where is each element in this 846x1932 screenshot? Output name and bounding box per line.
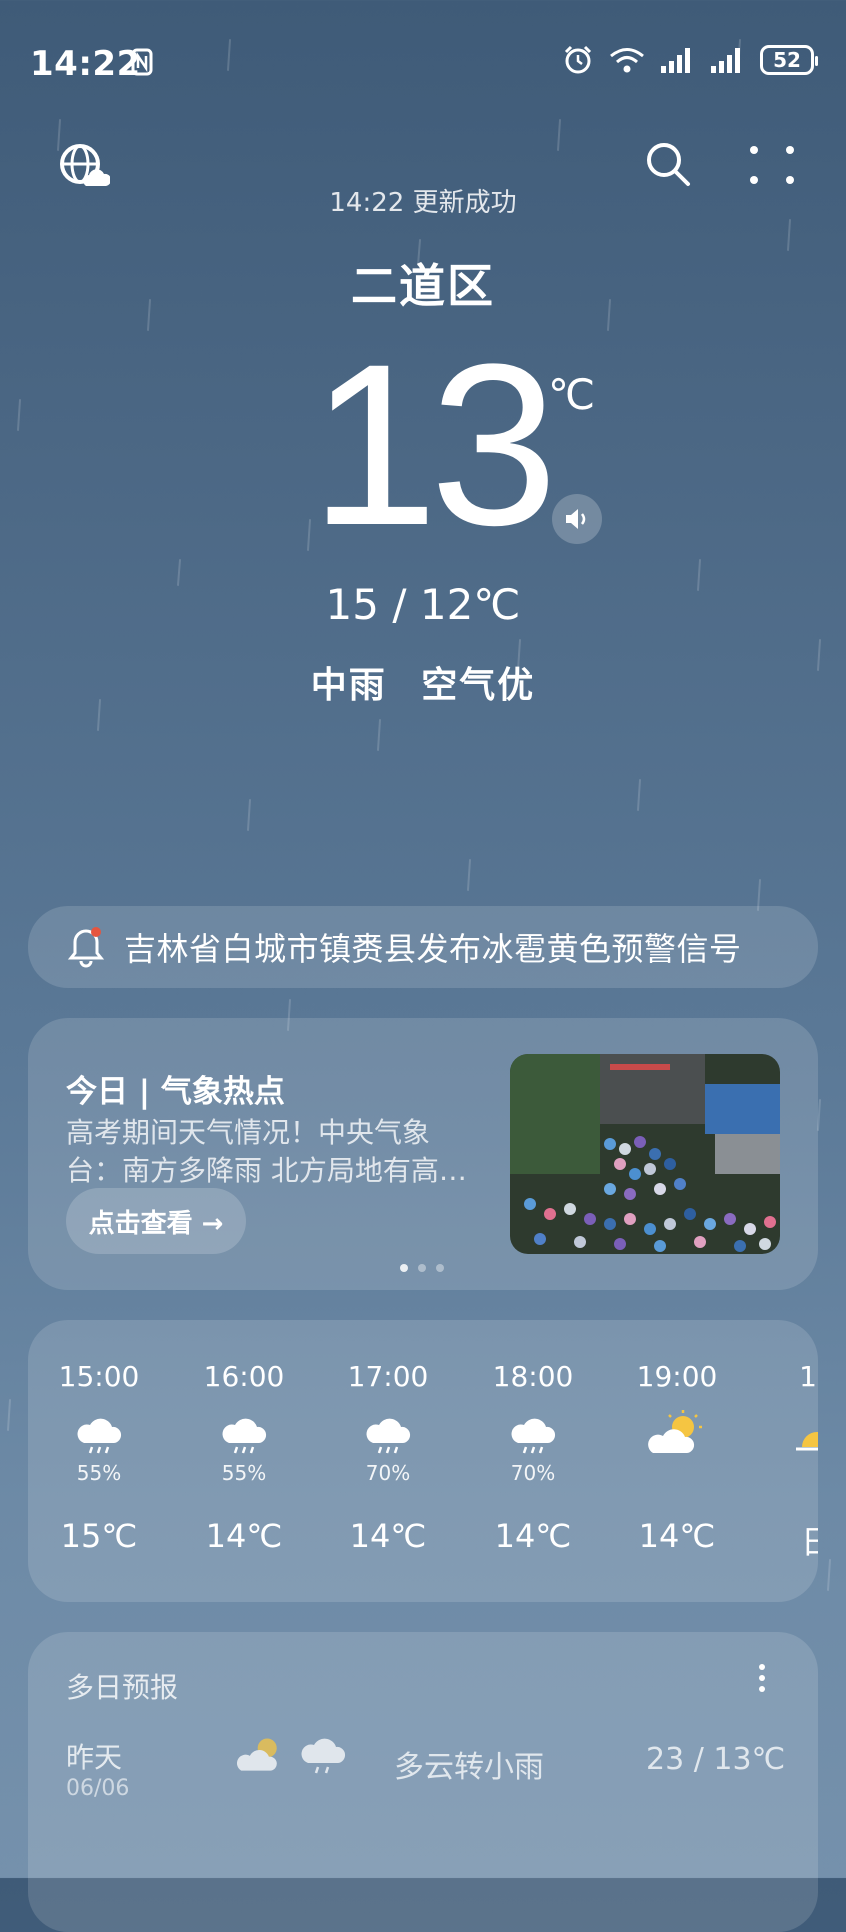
precip-chance: 70% [510, 1461, 556, 1485]
battery-indicator: 52 [760, 45, 818, 75]
temperature-unit: ℃ [548, 370, 596, 419]
voice-broadcast-button[interactable] [552, 494, 602, 544]
day-weather-icons [236, 1732, 348, 1778]
precip-chance: 55% [76, 1461, 122, 1485]
status-time: 14:22 [30, 44, 141, 84]
nfc-icon [131, 48, 153, 76]
air-quality[interactable]: 空气优 [421, 665, 535, 706]
pager-dot [400, 1264, 408, 1272]
pager-dot [418, 1264, 426, 1272]
current-temperature: 13 [310, 316, 558, 573]
wifi-icon [610, 48, 644, 73]
news-summary: 高考期间天气情况！中央气象台：南方多降雨 北方局地有高… [66, 1116, 467, 1187]
rain-cloud-icon [77, 1418, 122, 1454]
search-icon[interactable] [644, 140, 692, 188]
weather-news-card[interactable]: 今日 | 气象热点 高考期间天气情况！中央气象台：南方多降雨 北方局地有高… 点… [28, 1018, 818, 1290]
day-temperatures: 23 / 13℃ [646, 1742, 786, 1777]
sunset-icon [796, 1432, 818, 1451]
status-icons: 52 [562, 44, 818, 76]
update-status: 14:22 更新成功 [329, 188, 517, 218]
hour-temp: 15℃ [60, 1517, 138, 1555]
weather-condition: 中雨 空气优 [0, 656, 846, 708]
news-pager [400, 1264, 444, 1272]
partly-cloudy-icon [236, 1738, 277, 1771]
signal-icon-2 [711, 48, 740, 73]
hourly-forecast[interactable]: 15:00 55% 15℃ 16:00 55% 14℃ 17:00 70% 14… [28, 1320, 818, 1602]
hour-time: 19 [799, 1360, 818, 1393]
signal-icon [661, 48, 690, 73]
hourly-item: 18:00 70% 14℃ [468, 1320, 598, 1555]
news-title: 今日 | 气象热点 [66, 1074, 285, 1110]
precip-chance: 55% [221, 1461, 267, 1485]
bell-icon [67, 927, 105, 968]
hour-temp: 14℃ [349, 1517, 427, 1555]
hourly-item: 19 日 [752, 1320, 818, 1563]
weather-alert-banner[interactable]: 吉林省白城市镇赉县发布冰雹黄色预警信号 [28, 906, 818, 988]
hourly-item: 16:00 55% 14℃ [179, 1320, 309, 1555]
partly-cloudy-icon [648, 1410, 702, 1453]
daily-more-icon[interactable] [756, 1662, 768, 1694]
day-date: 06/06 [66, 1776, 130, 1801]
news-photo [510, 1054, 780, 1254]
city-name[interactable]: 二道区 [0, 250, 846, 316]
hour-time: 19:00 [636, 1360, 718, 1393]
hourly-item: 15:00 55% 15℃ [34, 1320, 164, 1555]
light-rain-icon [301, 1738, 346, 1774]
precip-chance: 70% [365, 1461, 411, 1485]
day-label: 昨天 [66, 1741, 123, 1774]
day-condition: 多云转小雨 [394, 1750, 544, 1785]
hour-temp: 14℃ [638, 1517, 716, 1555]
temperature-range: 15 / 12℃ [325, 580, 521, 629]
rain-cloud-icon [366, 1418, 411, 1454]
hour-temp: 日 [800, 1523, 818, 1561]
condition-text: 中雨 [310, 665, 387, 706]
rain-cloud-icon [222, 1418, 267, 1454]
view-details-button[interactable]: 点击查看 → [66, 1188, 246, 1254]
hour-time: 18:00 [492, 1360, 574, 1393]
daily-forecast[interactable]: 多日预报 昨天 06/06 多云转小雨 23 / 13℃ [28, 1632, 818, 1932]
precip-chance [612, 1461, 742, 1485]
speaker-icon [566, 509, 586, 529]
alert-text: 吉林省白城市镇赉县发布冰雹黄色预警信号 [124, 930, 742, 968]
precip-chance [752, 1461, 818, 1485]
pager-dot [436, 1264, 444, 1272]
hour-time: 16:00 [203, 1360, 285, 1393]
hour-time: 17:00 [347, 1360, 429, 1393]
hour-time: 15:00 [58, 1360, 140, 1393]
hourly-item: 17:00 70% 14℃ [323, 1320, 453, 1555]
alarm-icon [564, 45, 592, 74]
hourly-item: 19:00 14℃ [612, 1320, 742, 1555]
daily-forecast-title: 多日预报 [66, 1671, 179, 1704]
rain-cloud-icon [511, 1418, 556, 1454]
hour-temp: 14℃ [494, 1517, 572, 1555]
hour-temp: 14℃ [205, 1517, 283, 1555]
